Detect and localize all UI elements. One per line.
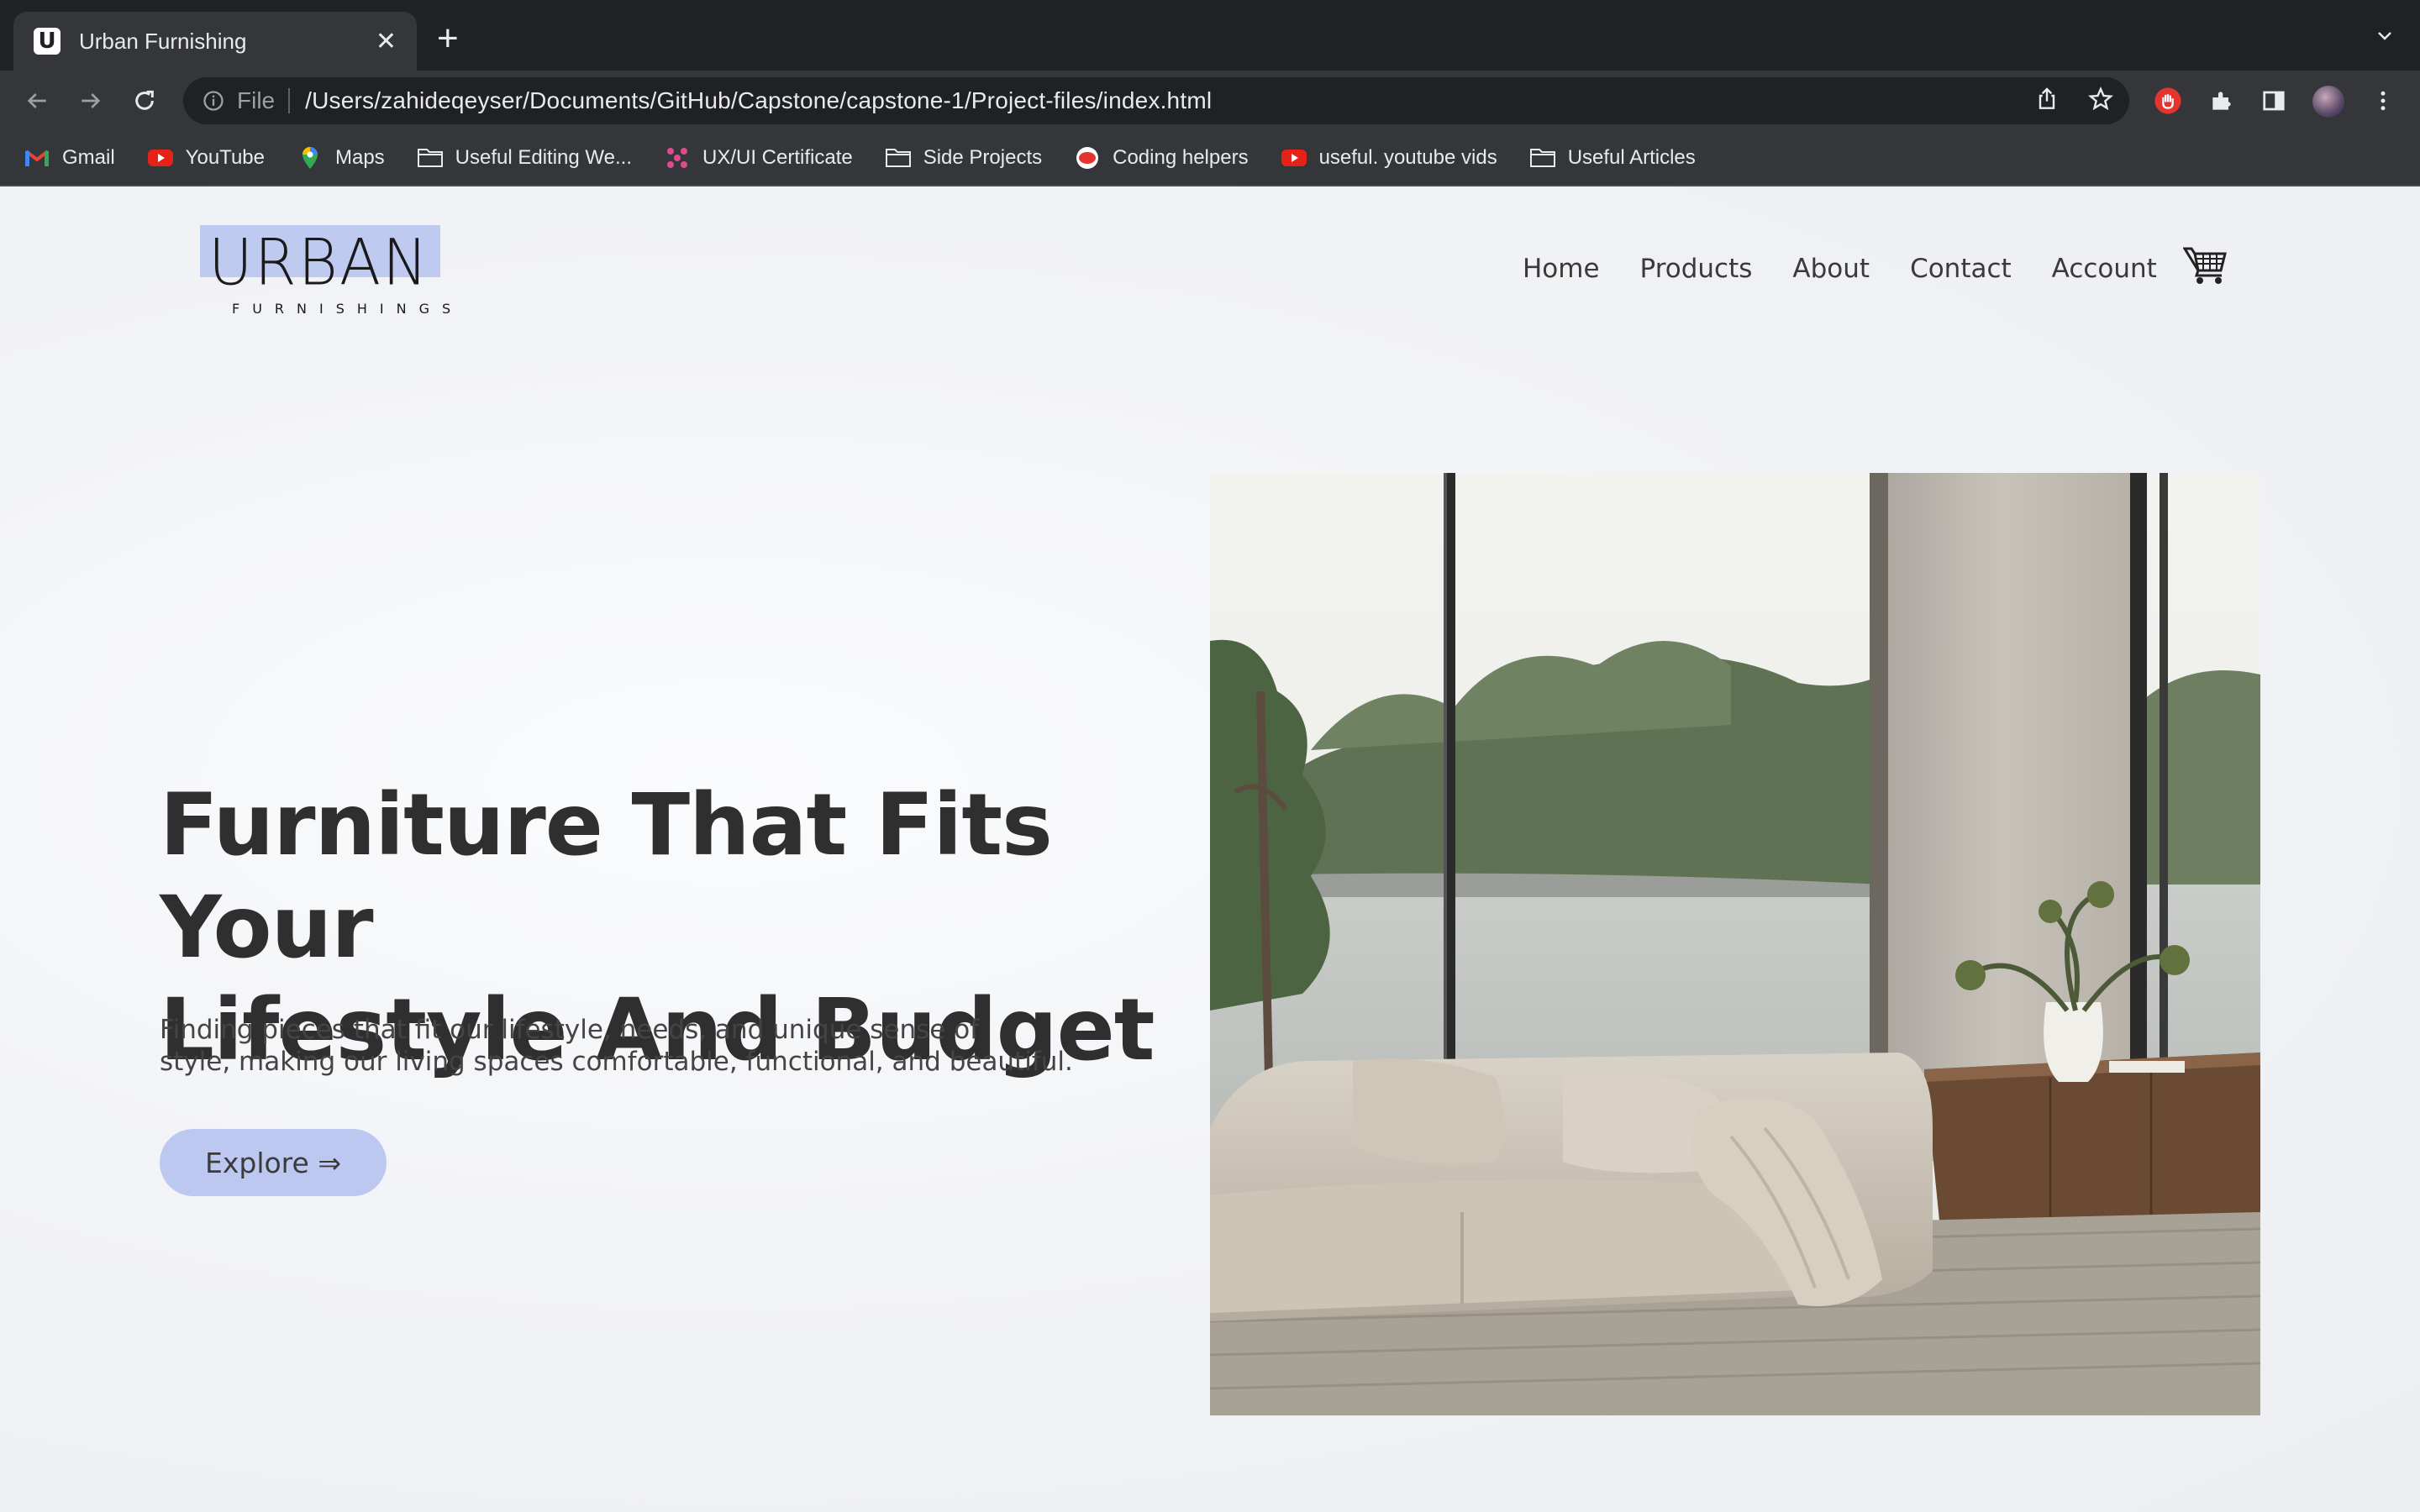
bookmark-label: Coding helpers <box>1113 146 1249 169</box>
hero-subtitle: Finding pieces that fit our lifestyle, n… <box>160 1014 1101 1078</box>
cart-icon[interactable] <box>2183 242 2228 287</box>
hero-subtitle-line-1: Finding pieces that fit our lifestyle, n… <box>160 1015 980 1045</box>
bookmark-youtube-vids[interactable]: useful. youtube vids <box>1281 146 1497 170</box>
bookmark-maps[interactable]: Maps <box>297 146 385 170</box>
bookmark-label: Maps <box>334 146 385 169</box>
share-icon[interactable] <box>2033 86 2060 113</box>
url-scheme-label: File <box>237 87 276 113</box>
bookmark-folder-articles[interactable]: Useful Articles <box>1529 146 1696 170</box>
nav-about[interactable]: About <box>1792 254 1870 284</box>
nav-contact[interactable]: Contact <box>1910 254 2012 284</box>
url-text[interactable]: /Users/zahideqeyser/Documents/GitHub/Cap… <box>305 87 1212 114</box>
nav-home[interactable]: Home <box>1523 254 1600 284</box>
tab-title: Urban Furnishing <box>79 28 247 54</box>
bookmark-star-icon[interactable] <box>2087 86 2114 113</box>
dots-icon <box>664 146 691 170</box>
gmail-icon <box>24 146 50 170</box>
bookmark-gmail[interactable]: Gmail <box>24 146 115 170</box>
bookmark-label: Useful Editing We... <box>455 146 632 169</box>
bookmark-folder-side-projects[interactable]: Side Projects <box>885 146 1042 170</box>
site-favicon-icon: U <box>34 28 60 55</box>
bookmark-folder-editing[interactable]: Useful Editing We... <box>417 146 632 170</box>
web-page: URBAN FURNISHINGS Home Products About Co… <box>0 186 2420 1512</box>
maps-icon <box>297 146 324 170</box>
hero-subtitle-line-2: style, making our living spaces comforta… <box>160 1047 1073 1077</box>
tab-close-icon[interactable]: ✕ <box>376 27 397 56</box>
hero-image <box>1210 473 2260 1415</box>
folder-icon <box>1529 146 1556 170</box>
bookmark-label: Useful Articles <box>1567 146 1696 169</box>
hero-title-line-1: Furniture That Fits Your <box>160 775 1053 978</box>
browser-toolbar: File /Users/zahideqeyser/Documents/GitHu… <box>0 71 2420 131</box>
bookmark-uxui[interactable]: UX/UI Certificate <box>664 146 853 170</box>
reload-icon[interactable] <box>129 86 160 116</box>
nav-products[interactable]: Products <box>1640 254 1753 284</box>
logo-subtext: FURNISHINGS <box>232 301 464 317</box>
bookmark-label: UX/UI Certificate <box>702 146 853 169</box>
folder-icon <box>885 146 912 170</box>
tab-search-chevron-icon[interactable] <box>2375 25 2395 45</box>
folder-icon <box>417 146 444 170</box>
site-logo[interactable]: URBAN FURNISHINGS <box>200 224 450 318</box>
bookmark-label: useful. youtube vids <box>1318 146 1497 169</box>
browser-tab[interactable]: U Urban Furnishing ✕ <box>13 12 417 71</box>
bookmark-youtube[interactable]: YouTube <box>147 146 265 170</box>
bookmark-label: YouTube <box>185 146 265 169</box>
side-panel-icon[interactable] <box>2259 86 2289 116</box>
nav-account[interactable]: Account <box>2052 254 2157 284</box>
new-tab-icon[interactable]: + <box>437 20 459 57</box>
logo-wordmark: URBAN <box>208 224 429 300</box>
back-icon[interactable] <box>22 86 52 116</box>
record-icon <box>1074 146 1101 170</box>
address-separator <box>288 88 291 113</box>
tab-strip: U Urban Furnishing ✕ + <box>0 0 2420 71</box>
youtube-icon <box>147 146 174 170</box>
bookmarks-bar: Gmail YouTube Maps Useful Editing We... … <box>0 131 2420 186</box>
forward-icon[interactable] <box>76 86 106 116</box>
explore-button[interactable]: Explore ⇒ <box>160 1129 387 1196</box>
main-nav: Home Products About Contact Account <box>1523 254 2157 284</box>
extension-stop-icon[interactable] <box>2153 86 2183 116</box>
bookmark-label: Gmail <box>62 146 115 169</box>
bookmark-coding-helpers[interactable]: Coding helpers <box>1074 146 1249 170</box>
bookmark-label: Side Projects <box>923 146 1043 169</box>
browser-menu-icon[interactable] <box>2368 86 2398 116</box>
info-icon[interactable] <box>202 89 225 113</box>
extensions-puzzle-icon[interactable] <box>2207 86 2237 116</box>
profile-avatar[interactable] <box>2312 86 2344 118</box>
address-bar[interactable]: File /Users/zahideqeyser/Documents/GitHu… <box>183 77 2129 124</box>
youtube-icon <box>1281 146 1307 170</box>
